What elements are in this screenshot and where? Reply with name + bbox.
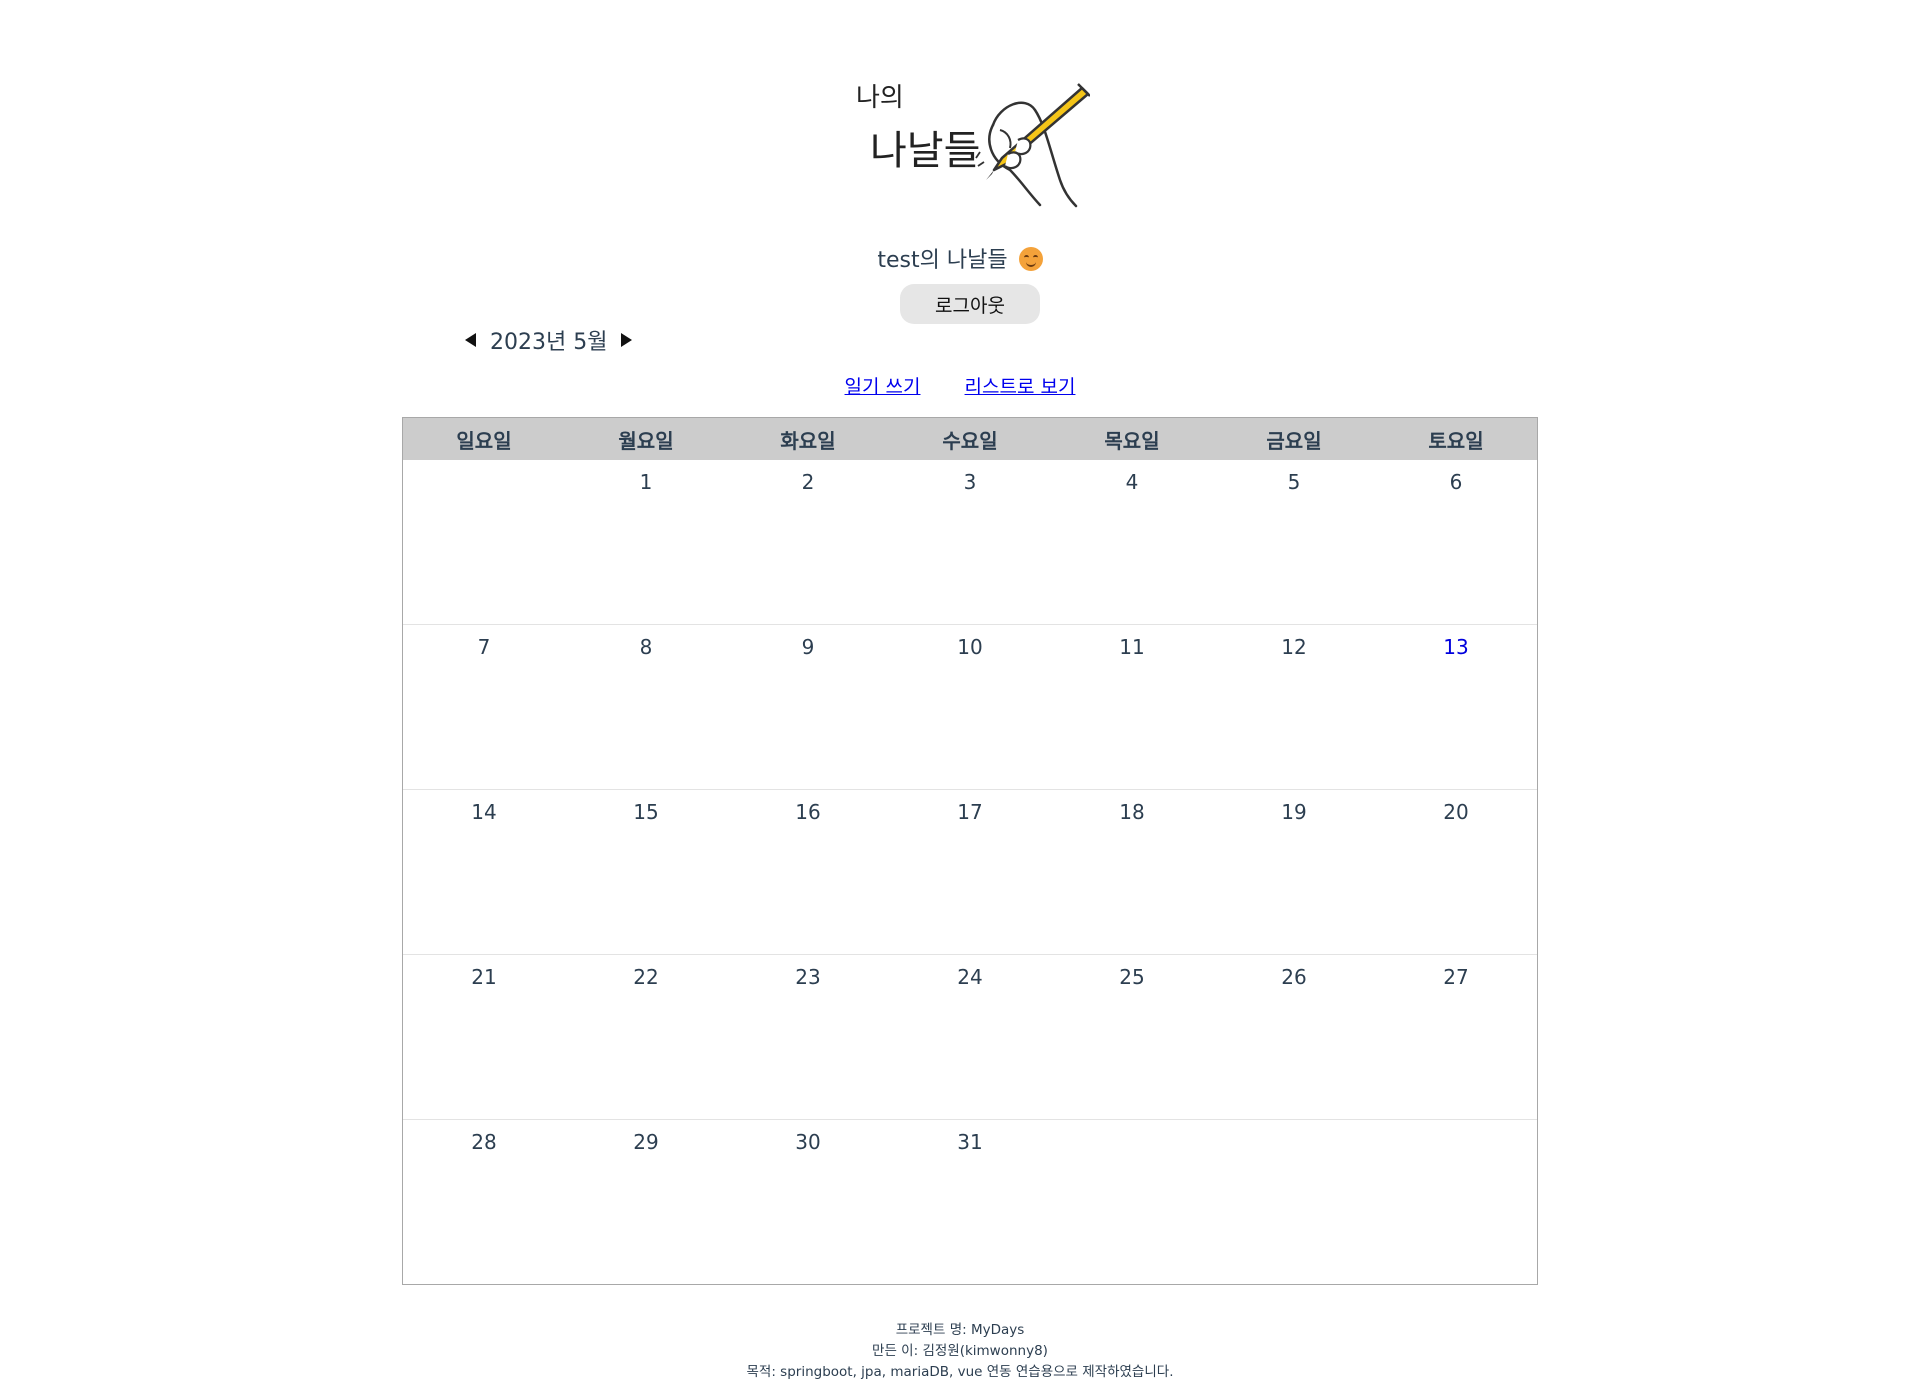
view-links: 일기 쓰기 리스트로 보기 bbox=[0, 372, 1920, 399]
logo-line2: 나날들 bbox=[870, 128, 980, 174]
calendar: 일요일 월요일 화요일 수요일 목요일 금요일 토요일 1 2 3 4 5 6 7 8 9 10 1… bbox=[402, 417, 1538, 1285]
calendar-day-cell[interactable]: 12 bbox=[1213, 625, 1375, 789]
list-view-link[interactable]: 리스트로 보기 bbox=[965, 376, 1076, 398]
hand-pencil-logo-icon: 나의 나날들 bbox=[856, 83, 1090, 208]
calendar-day-cell[interactable]: 26 bbox=[1213, 955, 1375, 1119]
calendar-day-cell[interactable]: 2 bbox=[727, 460, 889, 624]
calendar-day-cell[interactable]: 7 bbox=[403, 625, 565, 789]
calendar-day-cell[interactable]: 31 bbox=[889, 1120, 1051, 1284]
prev-month-icon[interactable] bbox=[465, 333, 476, 347]
calendar-day-cell[interactable]: 15 bbox=[565, 790, 727, 954]
calendar-empty-cell bbox=[1213, 1120, 1375, 1284]
calendar-day-cell[interactable]: 8 bbox=[565, 625, 727, 789]
calendar-day-cell[interactable]: 20 bbox=[1375, 790, 1537, 954]
current-month-label: 2023년 5월 bbox=[490, 330, 608, 355]
weekday-fri: 금요일 bbox=[1266, 428, 1322, 453]
calendar-day-cell[interactable]: 10 bbox=[889, 625, 1051, 789]
logo-line1: 나의 bbox=[856, 83, 904, 113]
calendar-day-cell[interactable]: 19 bbox=[1213, 790, 1375, 954]
calendar-day-cell[interactable]: 13 bbox=[1375, 625, 1537, 789]
weekday-mon: 월요일 bbox=[618, 428, 674, 453]
calendar-day-cell[interactable]: 18 bbox=[1051, 790, 1213, 954]
calendar-day-cell[interactable]: 21 bbox=[403, 955, 565, 1119]
month-navigation: 2023년 5월 bbox=[465, 324, 633, 356]
calendar-empty-cell bbox=[403, 460, 565, 624]
greeting: test의 나날들 bbox=[0, 242, 1920, 274]
weekday-thu: 목요일 bbox=[1104, 428, 1160, 453]
calendar-day-cell[interactable]: 27 bbox=[1375, 955, 1537, 1119]
weekday-wed: 수요일 bbox=[942, 428, 998, 453]
write-diary-link[interactable]: 일기 쓰기 bbox=[845, 376, 921, 398]
calendar-day-cell[interactable]: 16 bbox=[727, 790, 889, 954]
calendar-body: 1 2 3 4 5 6 7 8 9 10 11 12 13 14 15 16 17 18 19 20 21 22 23 24 2… bbox=[403, 460, 1537, 1284]
calendar-week-row: 14 15 16 17 18 19 20 bbox=[403, 789, 1537, 954]
logo: 나의 나날들 bbox=[850, 70, 1090, 220]
footer-purpose: 목적: springboot, jpa, mariaDB, vue 연동 연습용… bbox=[746, 1364, 1174, 1380]
calendar-day-cell[interactable]: 4 bbox=[1051, 460, 1213, 624]
calendar-day-cell[interactable]: 3 bbox=[889, 460, 1051, 624]
calendar-day-cell[interactable]: 28 bbox=[403, 1120, 565, 1284]
calendar-empty-cell bbox=[1051, 1120, 1213, 1284]
footer: 프로젝트 명: MyDays 만든 이: 김정원(kimwonny8) 목적: … bbox=[0, 1320, 1920, 1383]
calendar-day-cell[interactable]: 29 bbox=[565, 1120, 727, 1284]
calendar-empty-cell bbox=[1375, 1120, 1537, 1284]
calendar-day-cell[interactable]: 11 bbox=[1051, 625, 1213, 789]
footer-author: 만든 이: 김정원(kimwonny8) bbox=[872, 1343, 1048, 1359]
calendar-week-row: 7 8 9 10 11 12 13 bbox=[403, 624, 1537, 789]
calendar-day-cell[interactable]: 5 bbox=[1213, 460, 1375, 624]
footer-project-name: 프로젝트 명: MyDays bbox=[895, 1322, 1025, 1338]
calendar-week-row: 21 22 23 24 25 26 27 bbox=[403, 954, 1537, 1119]
smiling-face-icon bbox=[1018, 247, 1043, 271]
calendar-day-cell[interactable]: 14 bbox=[403, 790, 565, 954]
logout-button[interactable]: 로그아웃 bbox=[900, 284, 1040, 324]
calendar-day-cell[interactable]: 9 bbox=[727, 625, 889, 789]
weekday-sat: 토요일 bbox=[1428, 428, 1484, 453]
greeting-text: test의 나날들 bbox=[877, 248, 1008, 273]
calendar-day-cell[interactable]: 17 bbox=[889, 790, 1051, 954]
calendar-week-row: 123456 bbox=[403, 460, 1537, 624]
calendar-day-cell[interactable]: 1 bbox=[565, 460, 727, 624]
calendar-day-cell[interactable]: 30 bbox=[727, 1120, 889, 1284]
next-month-icon[interactable] bbox=[621, 333, 633, 347]
weekday-sun: 일요일 bbox=[456, 428, 512, 453]
calendar-day-cell[interactable]: 24 bbox=[889, 955, 1051, 1119]
calendar-day-cell[interactable]: 23 bbox=[727, 955, 889, 1119]
calendar-day-cell[interactable]: 22 bbox=[565, 955, 727, 1119]
calendar-weekday-header: 일요일 월요일 화요일 수요일 목요일 금요일 토요일 bbox=[403, 418, 1537, 460]
calendar-day-cell[interactable]: 6 bbox=[1375, 460, 1537, 624]
calendar-day-cell[interactable]: 25 bbox=[1051, 955, 1213, 1119]
calendar-week-row: 28 29 30 31 bbox=[403, 1119, 1537, 1284]
weekday-tue: 화요일 bbox=[780, 428, 836, 453]
